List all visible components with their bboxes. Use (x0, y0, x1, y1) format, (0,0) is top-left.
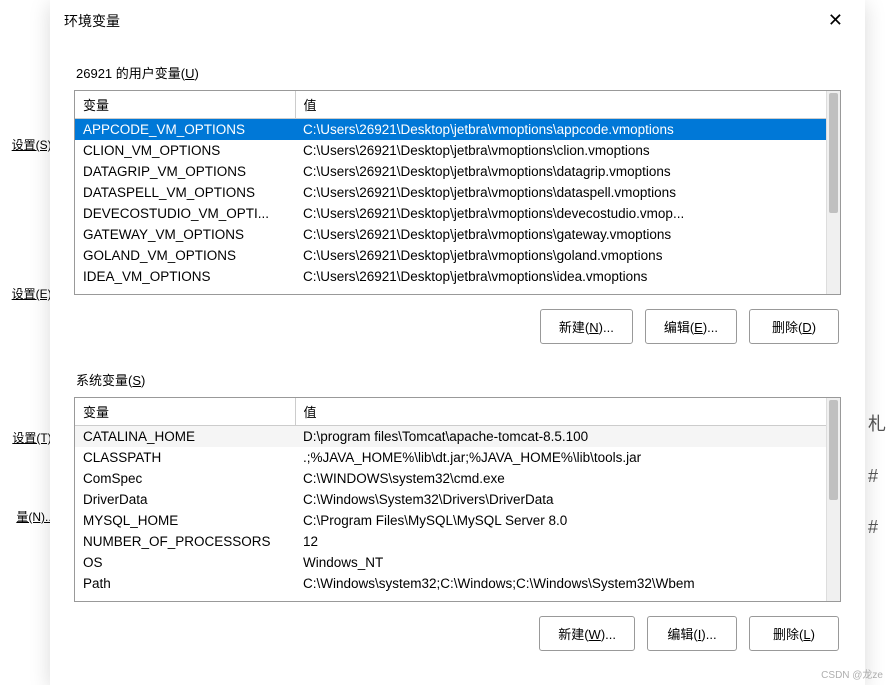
dialog-title: 环境变量 (64, 11, 120, 31)
table-row[interactable]: CLION_VM_OPTIONSC:\Users\26921\Desktop\j… (75, 140, 826, 161)
watermark: CSDN @龙ze (821, 666, 883, 681)
cell-value: C:\Users\26921\Desktop\jetbra\vmoptions\… (295, 203, 826, 224)
cell-value: C:\Windows\System32\Drivers\DriverData (295, 489, 826, 510)
table-row[interactable]: DEVECOSTUDIO_VM_OPTI...C:\Users\26921\De… (75, 203, 826, 224)
table-row[interactable]: OSWindows_NT (75, 552, 826, 573)
system-vars-table[interactable]: 变量 值 CATALINA_HOMED:\program files\Tomca… (74, 397, 841, 602)
system-vars-label: 系统变量(S) (76, 370, 841, 389)
system-delete-button[interactable]: 删除(L) (749, 616, 839, 651)
cell-variable: DATAGRIP_VM_OPTIONS (75, 161, 295, 182)
cell-variable: DriverData (75, 489, 295, 510)
cell-value: C:\Users\26921\Desktop\jetbra\vmoptions\… (295, 182, 826, 203)
close-button[interactable]: ✕ (820, 8, 851, 33)
env-variables-dialog: 环境变量 ✕ 26921 的用户变量(U) 变量 值 APPCODE_VM_OP… (50, 0, 865, 685)
bg-glyph: # (868, 517, 885, 538)
cell-variable: CATALINA_HOME (75, 426, 295, 448)
user-new-button[interactable]: 新建(N)... (540, 309, 633, 344)
table-row[interactable]: PathC:\Windows\system32;C:\Windows;C:\Wi… (75, 573, 826, 594)
scrollbar[interactable] (826, 398, 840, 601)
cell-value: D:\program files\Tomcat\apache-tomcat-8.… (295, 426, 826, 448)
table-row[interactable]: ComSpecC:\WINDOWS\system32\cmd.exe (75, 468, 826, 489)
user-vars-label: 26921 的用户变量(U) (76, 63, 841, 82)
col-header-value[interactable]: 值 (295, 91, 826, 119)
user-vars-table[interactable]: 变量 值 APPCODE_VM_OPTIONSC:\Users\26921\De… (74, 90, 841, 295)
cell-variable: MYSQL_HOME (75, 510, 295, 531)
system-new-button[interactable]: 新建(W)... (539, 616, 635, 651)
scrollbar-thumb[interactable] (829, 400, 838, 500)
col-header-variable[interactable]: 变量 (75, 91, 295, 119)
table-row[interactable]: GATEWAY_VM_OPTIONSC:\Users\26921\Desktop… (75, 224, 826, 245)
cell-value: C:\Windows\system32;C:\Windows;C:\Window… (295, 573, 826, 594)
cell-variable: CLION_VM_OPTIONS (75, 140, 295, 161)
cell-value: C:\Users\26921\Desktop\jetbra\vmoptions\… (295, 161, 826, 182)
scrollbar-thumb[interactable] (829, 93, 838, 213)
table-row[interactable]: DATAGRIP_VM_OPTIONSC:\Users\26921\Deskto… (75, 161, 826, 182)
scrollbar[interactable] (826, 91, 840, 294)
user-delete-button[interactable]: 删除(D) (749, 309, 839, 344)
cell-value: C:\Users\26921\Desktop\jetbra\vmoptions\… (295, 245, 826, 266)
cell-variable: DATASPELL_VM_OPTIONS (75, 182, 295, 203)
cell-value: C:\Program Files\MySQL\MySQL Server 8.0 (295, 510, 826, 531)
table-row[interactable]: APPCODE_VM_OPTIONSC:\Users\26921\Desktop… (75, 119, 826, 141)
cell-variable: APPCODE_VM_OPTIONS (75, 119, 295, 141)
cell-variable: GATEWAY_VM_OPTIONS (75, 224, 295, 245)
cell-variable: CLASSPATH (75, 447, 295, 468)
cell-value: C:\Users\26921\Desktop\jetbra\vmoptions\… (295, 119, 826, 141)
table-row[interactable]: DATASPELL_VM_OPTIONSC:\Users\26921\Deskt… (75, 182, 826, 203)
system-edit-button[interactable]: 编辑(I)... (647, 616, 737, 651)
table-row[interactable]: GOLAND_VM_OPTIONSC:\Users\26921\Desktop\… (75, 245, 826, 266)
cell-value: C:\WINDOWS\system32\cmd.exe (295, 468, 826, 489)
table-row[interactable]: CLASSPATH.;%JAVA_HOME%\lib\dt.jar;%JAVA_… (75, 447, 826, 468)
table-row[interactable]: CATALINA_HOMED:\program files\Tomcat\apa… (75, 426, 826, 448)
cell-variable: NUMBER_OF_PROCESSORS (75, 531, 295, 552)
cell-value: C:\Users\26921\Desktop\jetbra\vmoptions\… (295, 224, 826, 245)
table-row[interactable]: MYSQL_HOMEC:\Program Files\MySQL\MySQL S… (75, 510, 826, 531)
bg-glyph: 札 (868, 410, 885, 436)
cell-value: C:\Users\26921\Desktop\jetbra\vmoptions\… (295, 266, 826, 287)
cell-variable: DEVECOSTUDIO_VM_OPTI... (75, 203, 295, 224)
cell-value: C:\Users\26921\Desktop\jetbra\vmoptions\… (295, 140, 826, 161)
table-row[interactable]: IDEA_VM_OPTIONSC:\Users\26921\Desktop\je… (75, 266, 826, 287)
col-header-value[interactable]: 值 (295, 398, 826, 426)
user-edit-button[interactable]: 编辑(E)... (645, 309, 737, 344)
cell-value: Windows_NT (295, 552, 826, 573)
table-row[interactable]: NUMBER_OF_PROCESSORS12 (75, 531, 826, 552)
titlebar: 环境变量 ✕ (50, 0, 865, 41)
cell-variable: Path (75, 573, 295, 594)
table-row[interactable]: DriverDataC:\Windows\System32\Drivers\Dr… (75, 489, 826, 510)
cell-value: 12 (295, 531, 826, 552)
cell-variable: GOLAND_VM_OPTIONS (75, 245, 295, 266)
background-panel-right: 札 # # (864, 0, 889, 685)
col-header-variable[interactable]: 变量 (75, 398, 295, 426)
cell-variable: OS (75, 552, 295, 573)
cell-value: .;%JAVA_HOME%\lib\dt.jar;%JAVA_HOME%\lib… (295, 447, 826, 468)
cell-variable: IDEA_VM_OPTIONS (75, 266, 295, 287)
cell-variable: ComSpec (75, 468, 295, 489)
bg-glyph: # (868, 466, 885, 487)
